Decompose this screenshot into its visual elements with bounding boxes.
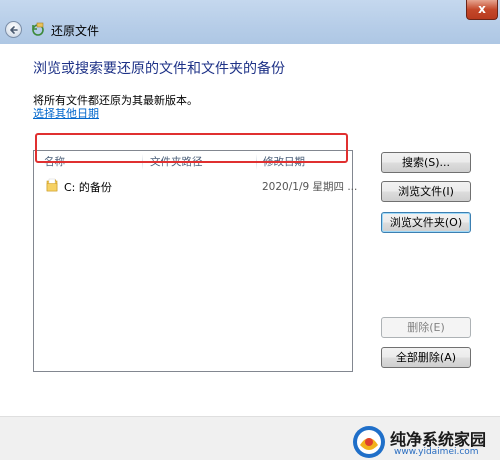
browse-files-button[interactable]: 浏览文件(I) <box>381 181 471 202</box>
site-logo-icon <box>353 426 385 458</box>
window-title: 还原文件 <box>51 24 100 38</box>
back-arrow-icon <box>10 26 18 34</box>
highlight-annotation <box>35 133 348 163</box>
remove-all-button[interactable]: 全部删除(A) <box>381 347 471 368</box>
site-url: www.yidaimei.com <box>394 447 479 457</box>
title-bar: x 还原文件 <box>0 0 500 44</box>
backup-list[interactable]: 名称 文件夹路径 修改日期 C: 的备份 2020/1/9 星期四 ... <box>33 150 357 372</box>
remove-button[interactable]: 删除(E) <box>381 317 471 338</box>
search-button[interactable]: 搜索(S)... <box>381 152 471 173</box>
backup-name: C: 的备份 <box>64 181 112 194</box>
restore-files-icon <box>32 22 44 36</box>
back-button[interactable] <box>5 21 22 38</box>
list-item[interactable]: C: 的备份 2020/1/9 星期四 ... <box>42 175 357 197</box>
site-watermark: 纯净系统家园 www.yidaimei.com <box>352 425 497 459</box>
choose-other-date-link[interactable]: 选择其他日期 <box>33 105 99 121</box>
backup-modified-date: 2020/1/9 星期四 ... <box>262 181 358 193</box>
page-heading: 浏览或搜索要还原的文件和文件夹的备份 <box>33 61 285 77</box>
folder-icon <box>46 178 58 192</box>
browse-folders-button[interactable]: 浏览文件夹(O) <box>381 212 471 233</box>
close-button[interactable]: x <box>466 0 498 20</box>
